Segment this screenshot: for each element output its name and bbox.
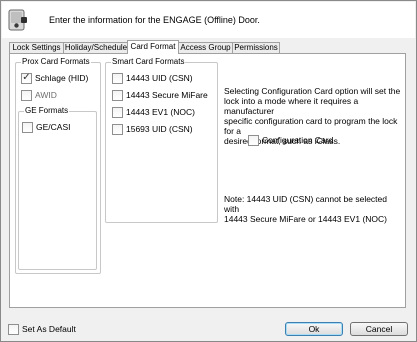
checkmark-icon: ✓	[22, 72, 31, 83]
card-format-panel: Prox Card Formats ✓ Schlage (HID) AWID G…	[9, 53, 406, 308]
schlage-hid-label: Schlage (HID)	[35, 73, 89, 83]
tab-permissions[interactable]: Permissions	[232, 42, 280, 53]
awid-checkbox[interactable]	[21, 90, 32, 101]
cancel-button[interactable]: Cancel	[350, 322, 408, 336]
door-properties-dialog: Enter the information for the ENGAGE (Of…	[0, 0, 417, 342]
tab-access-group[interactable]: Access Group	[178, 42, 233, 53]
prox-group-title: Prox Card Formats	[21, 57, 91, 66]
uid-15693-label: 15693 UID (CSN)	[126, 124, 193, 134]
ge-casi-label: GE/CASI	[36, 122, 71, 132]
info-line: specific configuration card to program t…	[224, 116, 398, 136]
schlage-hid-checkbox[interactable]: ✓	[21, 72, 32, 84]
uid-15693-checkbox[interactable]	[112, 124, 123, 135]
tab-card-format[interactable]: Card Format	[127, 40, 179, 54]
set-as-default-checkbox[interactable]	[8, 324, 19, 335]
smart-group-title: Smart Card Formats	[111, 57, 186, 66]
ok-button[interactable]: Ok	[285, 322, 343, 336]
prox-card-formats-group: Prox Card Formats ✓ Schlage (HID) AWID G…	[15, 57, 101, 274]
tab-lock-settings[interactable]: Lock Settings	[9, 42, 64, 53]
info-line: lock into a mode where it requires a man…	[224, 96, 359, 116]
uid-14443-label: 14443 UID (CSN)	[126, 73, 193, 83]
configuration-card-checkbox[interactable]	[248, 135, 259, 146]
dialog-instruction: Enter the information for the ENGAGE (Of…	[49, 15, 260, 25]
smart-card-formats-group: Smart Card Formats 14443 UID (CSN) 14443…	[105, 57, 218, 223]
dialog-header: Enter the information for the ENGAGE (Of…	[2, 2, 415, 38]
note-line: 14443 Secure MiFare or 14443 EV1 (NOC)	[224, 214, 387, 224]
info-line: Selecting Configuration Card option will…	[224, 86, 401, 96]
secure-mifare-label: 14443 Secure MiFare	[126, 90, 208, 100]
ge-casi-checkbox[interactable]	[22, 122, 33, 133]
door-lock-icon	[7, 8, 29, 32]
ev1-noc-label: 14443 EV1 (NOC)	[126, 107, 195, 117]
note-line: Note: 14443 UID (CSN) cannot be selected…	[224, 194, 388, 214]
uid-14443-checkbox[interactable]	[112, 73, 123, 84]
ge-formats-group: GE Formats GE/CASI	[18, 106, 97, 270]
awid-label: AWID	[35, 90, 57, 100]
secure-mifare-checkbox[interactable]	[112, 90, 123, 101]
tab-holiday-schedule[interactable]: Holiday/Schedule	[63, 42, 129, 53]
configuration-card-label: Configuration Card	[262, 135, 334, 145]
note-text: Note: 14443 UID (CSN) cannot be selected…	[224, 194, 404, 224]
ge-group-title: GE Formats	[24, 106, 70, 115]
set-as-default-label: Set As Default	[22, 324, 76, 334]
ev1-noc-checkbox[interactable]	[112, 107, 123, 118]
